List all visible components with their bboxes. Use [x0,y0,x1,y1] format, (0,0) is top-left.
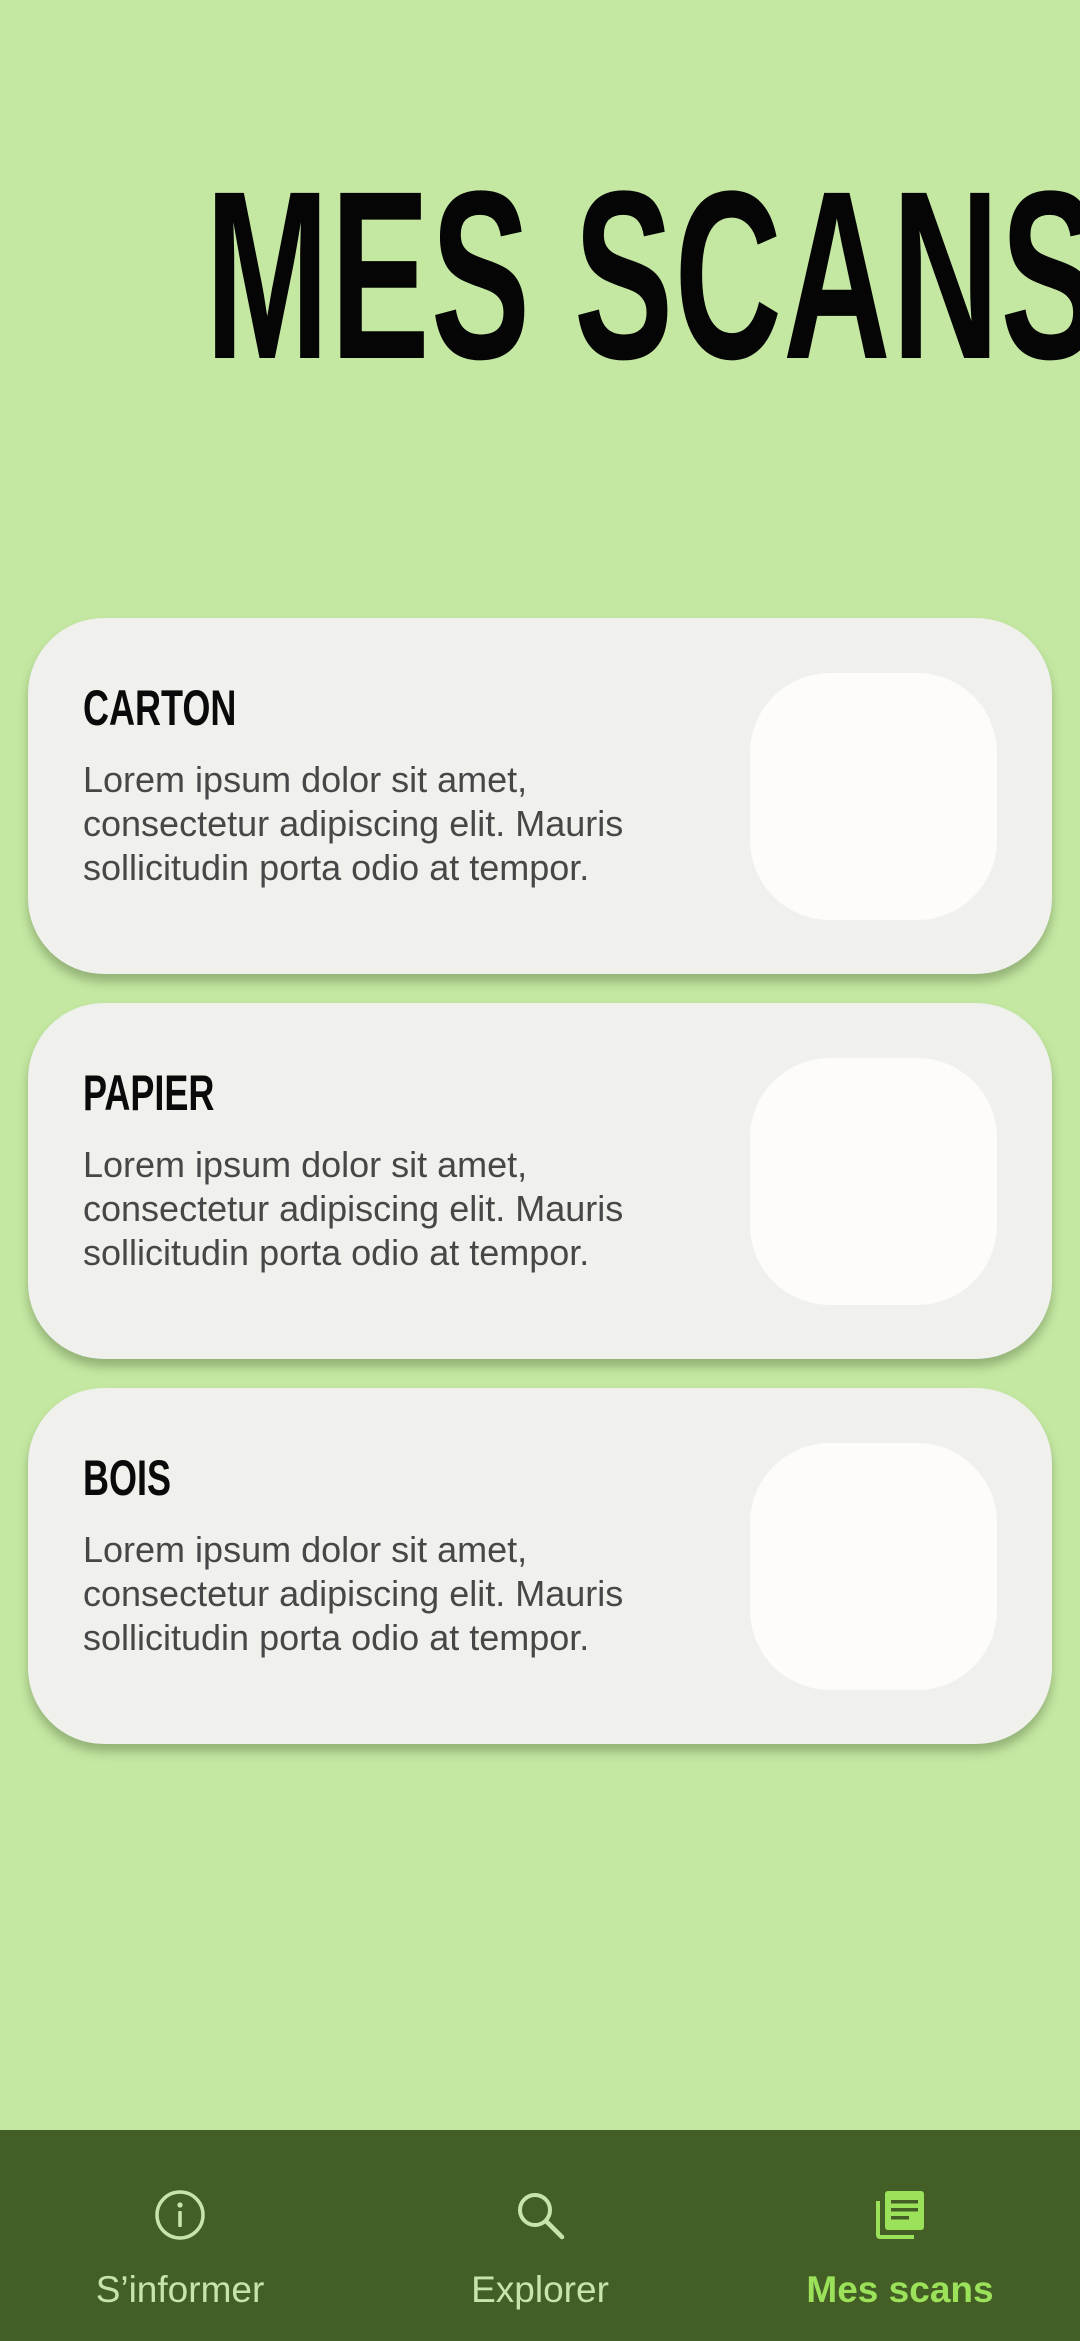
scan-card-title: PAPIER [83,1065,215,1121]
search-icon [512,2187,568,2243]
bottom-navigation: S’informer Explorer Mes scans [0,2130,1080,2341]
nav-item-label: Mes scans [806,2269,994,2310]
scan-card-description: Lorem ipsum dolor sit amet, consectetur … [83,1144,624,1273]
scan-card-papier[interactable]: PAPIER Lorem ipsum dolor sit amet, conse… [28,1003,1052,1359]
scan-card-thumbnail [750,673,997,920]
scan-card-title: CARTON [83,680,237,736]
info-icon [152,2187,208,2243]
nav-item-label: S’informer [95,2269,265,2310]
nav-item-sinformer[interactable]: S’informer [0,2130,360,2341]
scan-card-thumbnail [750,1443,997,1690]
page-title: MES SCANS [205,141,1080,409]
scan-card-description: Lorem ipsum dolor sit amet, consectetur … [83,1529,624,1658]
scan-card-title: BOIS [83,1450,172,1506]
scans-stack-icon [872,2187,928,2243]
scan-list: CARTON Lorem ipsum dolor sit amet, conse… [28,618,1052,1773]
scan-card-thumbnail [750,1058,997,1305]
nav-item-label: Explorer [471,2269,609,2310]
scan-card-bois[interactable]: BOIS Lorem ipsum dolor sit amet, consect… [28,1388,1052,1744]
nav-item-mes-scans[interactable]: Mes scans [720,2130,1080,2341]
scan-card-carton[interactable]: CARTON Lorem ipsum dolor sit amet, conse… [28,618,1052,974]
nav-item-explorer[interactable]: Explorer [360,2130,720,2341]
scan-card-description: Lorem ipsum dolor sit amet, consectetur … [83,759,624,888]
